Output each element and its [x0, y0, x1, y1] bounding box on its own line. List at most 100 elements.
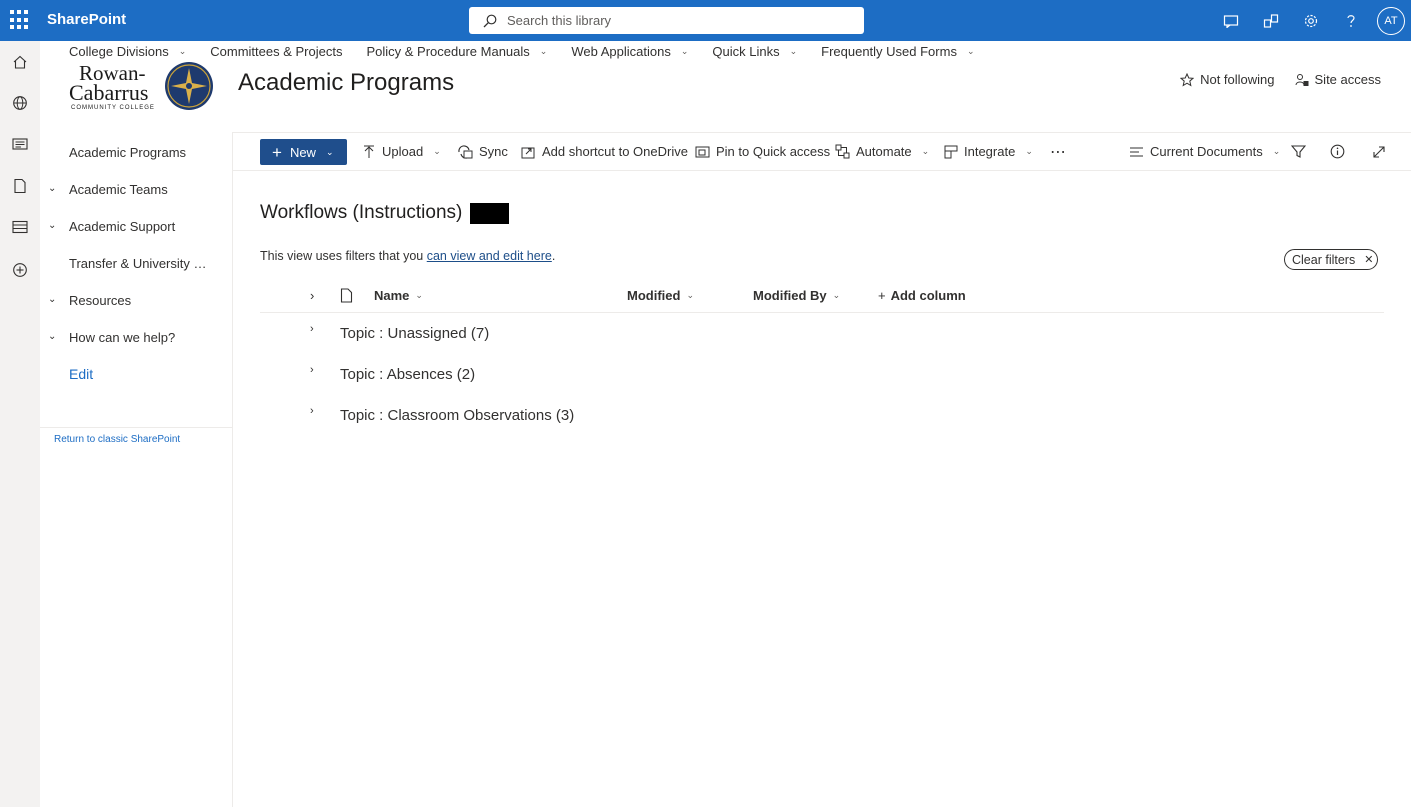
left-navigation: Academic Programs ⌄ Academic Teams ⌄ Aca… [40, 132, 233, 807]
left-nav-item-academic-support[interactable]: Academic Support [69, 219, 214, 234]
sync-icon [457, 144, 473, 159]
chevron-down-icon[interactable]: ⌄ [48, 220, 56, 231]
site-logo[interactable]: Rowan- Cabarrus COMMUNITY COLLEGE [69, 61, 214, 111]
group-label: Topic : Classroom Observations (3) [340, 407, 575, 424]
column-header-name[interactable]: Name ⌄ [374, 279, 423, 312]
command-bar: + New ⌄ Upload ⌄ Sync Add shortcut to On… [233, 132, 1411, 171]
edit-nav-link[interactable]: Edit [69, 366, 93, 382]
integrate-button[interactable]: Integrate ⌄ [944, 133, 1033, 170]
hub-nav-web-applications[interactable]: Web Applications ⌄ [571, 41, 688, 61]
hub-nav-frequently-used-forms[interactable]: Frequently Used Forms ⌄ [821, 41, 974, 61]
hub-nav-policy-manuals[interactable]: Policy & Procedure Manuals ⌄ [366, 41, 547, 61]
home-icon[interactable] [10, 52, 30, 72]
pin-icon [695, 145, 710, 159]
filter-icon[interactable] [1291, 133, 1306, 170]
lists-icon[interactable] [10, 217, 30, 237]
site-access-label: Site access [1314, 72, 1381, 87]
automate-icon [835, 144, 850, 159]
app-name[interactable]: SharePoint [47, 11, 126, 28]
group-row[interactable]: › Topic : Classroom Observations (3) [260, 395, 1384, 436]
nav-divider [40, 427, 232, 428]
avatar[interactable]: AT [1377, 6, 1405, 35]
chevron-down-icon: ⌄ [1272, 146, 1281, 156]
info-icon[interactable] [1330, 133, 1345, 170]
follow-button[interactable]: Not following [1180, 72, 1275, 87]
settings-icon[interactable] [1291, 0, 1331, 41]
chevron-down-icon: ⌄ [680, 45, 689, 56]
search-icon [483, 14, 497, 27]
left-nav-item-how-can-we-help[interactable]: How can we help? [69, 330, 214, 345]
add-column-label: Add column [890, 288, 966, 303]
expand-icon[interactable] [1372, 133, 1386, 170]
chevron-down-icon: ⌄ [325, 146, 334, 157]
add-shortcut-button[interactable]: Add shortcut to OneDrive [521, 133, 688, 170]
app-launcher-icon[interactable] [10, 10, 30, 30]
chevron-down-icon: ⌄ [966, 45, 975, 56]
site-title[interactable]: Academic Programs [238, 69, 454, 97]
search-placeholder: Search this library [507, 13, 612, 28]
column-modified-label: Modified [627, 288, 681, 303]
add-column-button[interactable]: + Add column [878, 279, 966, 312]
clear-filters-button[interactable]: Clear filters ✕ [1284, 249, 1378, 270]
close-icon: ✕ [1364, 254, 1374, 266]
help-icon[interactable] [1331, 0, 1371, 41]
sync-button[interactable]: Sync [457, 133, 508, 170]
feedback-icon[interactable] [1211, 0, 1251, 41]
files-icon[interactable] [10, 176, 30, 196]
plus-icon: + [878, 288, 886, 303]
automate-label: Automate [856, 144, 912, 159]
new-button[interactable]: + New ⌄ [260, 139, 347, 165]
hub-nav-label: College Divisions [69, 43, 169, 59]
chevron-down-icon[interactable]: ⌄ [48, 294, 56, 305]
sync-label: Sync [479, 144, 508, 159]
file-type-icon[interactable] [340, 279, 353, 312]
left-nav-item-resources[interactable]: Resources [69, 293, 214, 308]
more-actions-button[interactable]: ⋯ [1050, 133, 1066, 170]
expand-all-chevron-icon[interactable]: › [310, 279, 314, 312]
column-header-row: › Name ⌄ Modified ⌄ Modified By ⌄ + Add colu… [260, 279, 1384, 313]
chevron-down-icon[interactable]: ⌄ [48, 331, 56, 342]
news-icon[interactable] [10, 134, 30, 154]
star-icon [1180, 72, 1195, 87]
globe-icon[interactable] [10, 93, 30, 113]
hub-nav-college-divisions[interactable]: College Divisions ⌄ [69, 41, 186, 61]
hub-nav-quick-links[interactable]: Quick Links ⌄ [712, 41, 797, 61]
column-header-modified-by[interactable]: Modified By ⌄ [753, 279, 840, 312]
search-box[interactable]: Search this library [469, 7, 864, 34]
shortcut-icon [521, 145, 536, 159]
return-to-classic-link[interactable]: Return to classic SharePoint [54, 434, 180, 445]
share-icon[interactable] [1251, 0, 1291, 41]
chevron-right-icon[interactable]: › [310, 364, 314, 376]
clear-filters-label: Clear filters [1292, 252, 1356, 267]
upload-button[interactable]: Upload ⌄ [362, 133, 441, 170]
group-row[interactable]: › Topic : Unassigned (7) [260, 313, 1384, 354]
people-lock-icon [1295, 73, 1309, 86]
column-header-modified[interactable]: Modified ⌄ [627, 279, 694, 312]
hub-nav-committees-projects[interactable]: Committees & Projects [210, 41, 342, 61]
chevron-down-icon: ⌄ [832, 290, 841, 300]
hub-navigation: College Divisions ⌄ Committees & Projects… [69, 41, 999, 61]
plus-icon: + [272, 142, 282, 162]
more-icon: ⋯ [1050, 143, 1066, 161]
view-label: Current Documents [1150, 144, 1263, 159]
logo-text-line2: Cabarrus [69, 80, 148, 105]
left-nav-item-academic-teams[interactable]: Academic Teams [69, 182, 214, 197]
integrate-label: Integrate [964, 144, 1016, 159]
automate-button[interactable]: Automate ⌄ [835, 133, 929, 170]
chevron-down-icon[interactable]: ⌄ [48, 183, 56, 194]
site-access-button[interactable]: Site access [1295, 72, 1381, 87]
chevron-right-icon[interactable]: › [310, 323, 314, 335]
chevron-right-icon[interactable]: › [310, 405, 314, 417]
group-label: Topic : Unassigned (7) [340, 325, 490, 342]
new-label: New [289, 144, 316, 160]
filter-edit-link[interactable]: can view and edit here [427, 249, 552, 263]
left-nav-item-transfer-university[interactable]: Transfer & University Partnerships [69, 256, 212, 271]
filter-message-prefix: This view uses filters that you [260, 249, 427, 263]
view-selector[interactable]: Current Documents ⌄ [1129, 133, 1280, 170]
left-nav-item-academic-programs[interactable]: Academic Programs [69, 145, 214, 160]
create-icon[interactable] [10, 260, 30, 280]
group-row[interactable]: › Topic : Absences (2) [260, 354, 1384, 395]
pin-quick-access-button[interactable]: Pin to Quick access [695, 133, 830, 170]
hub-nav-label: Committees & Projects [210, 43, 343, 59]
column-modified-by-label: Modified By [753, 288, 827, 303]
